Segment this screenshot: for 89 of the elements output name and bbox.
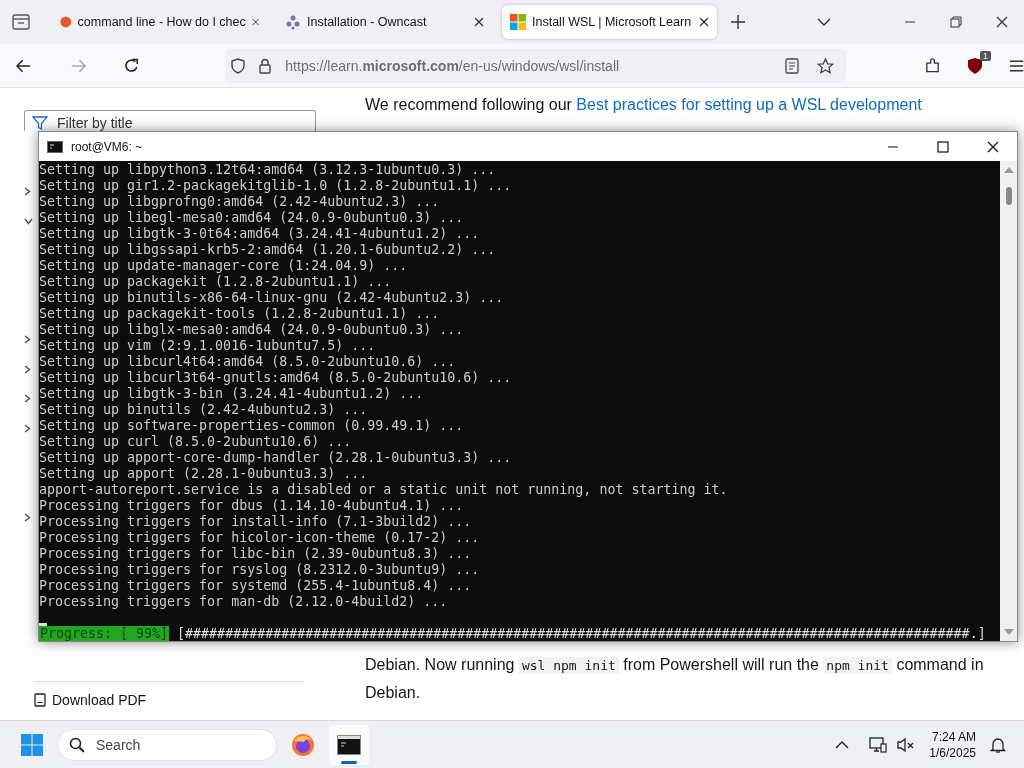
terminal-icon <box>337 734 361 755</box>
chevron-right-icon[interactable] <box>24 394 31 404</box>
speech-bubble-icon <box>60 14 72 30</box>
terminal-line: Setting up packagekit (1.2.8-2ubuntu1.1) ... <box>39 274 393 290</box>
intro-paragraph: We recommend following our Best practices for setting up a WSL development <box>365 96 923 114</box>
terminal-line: Setting up gir1.2-packagekitglib-1.0 (1.2.8-2ubuntu1.1) ... <box>39 178 513 194</box>
close-icon[interactable] <box>474 17 484 27</box>
best-practices-link[interactable]: Best practices for setting up a WSL development <box>576 96 922 113</box>
restore-icon[interactable] <box>950 16 962 28</box>
terminal-line: Setting up apport-core-dump-handler (2.28.1-0ubuntu3.3) ... <box>39 450 513 466</box>
terminal-line: Setting up curl (8.5.0-2ubuntu10.6) ... <box>39 434 353 450</box>
close-icon[interactable] <box>996 16 1008 28</box>
taskbar-app-button[interactable] <box>329 724 369 765</box>
clock-time[interactable]: 7:24 AM <box>931 728 976 745</box>
flower-icon <box>285 14 301 30</box>
chevron-right-icon[interactable] <box>24 512 31 522</box>
terminal-line: Processing triggers for man-db (2.12.0-4build2) ... <box>39 594 449 610</box>
chevron-down-icon[interactable] <box>24 217 33 225</box>
chevron-right-icon[interactable] <box>24 364 31 374</box>
taskbar-search-field[interactable]: Search <box>57 728 277 761</box>
network-icon[interactable] <box>869 735 888 754</box>
terminal-line: Setting up libglx-mesa0:amd64 (24.0.9-0ubuntu0.3) ... <box>39 322 465 338</box>
clock-date[interactable]: 1/6/2025 <box>929 744 976 761</box>
terminal-line: Processing triggers for install-info (7.1-3build2) ... <box>39 514 473 530</box>
browser-tab[interactable]: Installation - Owncast <box>277 5 492 39</box>
menu-icon[interactable] <box>1008 58 1024 73</box>
terminal-line: Processing triggers for hicolor-icon-theme (0.17-2) ... <box>39 530 481 546</box>
extension-badge: 1 <box>979 50 991 61</box>
terminal-line: Setting up update-manager-core (1:24.04.9) ... <box>39 258 409 274</box>
maximize-icon[interactable] <box>937 140 949 153</box>
tab-list-icon[interactable] <box>12 14 30 30</box>
download-pdf-link[interactable]: Download PDF <box>34 681 304 708</box>
text-cursor <box>39 623 47 626</box>
notification-bell-icon[interactable] <box>990 735 1006 754</box>
chevron-up-icon[interactable] <box>835 740 850 749</box>
progress-label: Progress: [ 99%] <box>39 626 170 641</box>
terminal-line: Setting up libegl-mesa0:amd64 (24.0.9-0ubuntu0.3) ... <box>39 210 465 226</box>
scroll-thumb[interactable] <box>1005 187 1012 205</box>
terminal-line: Setting up libcurl4t64:amd64 (8.5.0-2ubuntu10.6) ... <box>39 354 457 370</box>
shield-icon[interactable] <box>231 57 246 74</box>
terminal-line: Setting up libgssapi-krb5-2:amd64 (1.20.1-6ubuntu2.2) ... <box>39 242 497 258</box>
terminal-line: Setting up packagekit-tools (1.2.8-2ubuntu1.1) ... <box>39 306 441 322</box>
terminal-line: Setting up vim (2:9.1.0016-1ubuntu7.5) ... <box>39 338 377 354</box>
terminal-line: Setting up software-properties-common (0.99.49.1) ... <box>39 418 465 434</box>
back-icon[interactable] <box>16 58 32 73</box>
search-icon <box>69 736 85 753</box>
terminal-title: root@VM6: ~ <box>71 139 143 154</box>
document-icon <box>34 693 46 707</box>
close-icon[interactable] <box>699 17 709 27</box>
chevron-right-icon[interactable] <box>24 424 31 434</box>
tab-title: command line - How do I chec <box>77 15 246 29</box>
terminal-line: Processing triggers for systemd (255.4-1ubuntu8.4) ... <box>39 578 473 594</box>
body-paragraph: Debian. Now running wsl npm init from Powershell will run the npm init command in Debian. <box>365 655 985 703</box>
close-icon[interactable] <box>987 140 999 153</box>
terminal-line: Processing triggers for dbus (1.14.10-4ubuntu4.1) ... <box>39 498 465 514</box>
terminal-line: Setting up libgtk-3-0t64:amd64 (3.24.41-4ubuntu1.2) ... <box>39 226 481 242</box>
terminal-line: apport-autoreport.service is a disabled or a static unit not running, not starting it. <box>39 482 729 498</box>
terminal-line: Setting up libgtk-3-bin (3.24.41-4ubuntu1.2) ... <box>39 386 425 402</box>
terminal-line: Setting up libgprofng0:amd64 (2.42-4ubuntu2.3) ... <box>39 194 441 210</box>
terminal-line: Setting up libpython3.12t64:amd64 (3.12.3-1ubuntu0.3) ... <box>39 162 497 178</box>
scrollbar[interactable] <box>1000 161 1017 641</box>
chevron-down-icon[interactable] <box>817 18 831 26</box>
tab-title: Install WSL | Microsoft Learn <box>532 15 693 29</box>
terminal-line: Setting up binutils-x86-64-linux-gnu (2.42-4ubuntu2.3) ... <box>39 290 505 306</box>
extensions-icon[interactable] <box>923 56 941 75</box>
chevron-right-icon[interactable] <box>24 335 31 345</box>
start-icon[interactable] <box>21 733 43 756</box>
address-bar[interactable]: https://learn.microsoft.com/en-us/windows/wsl/install <box>225 48 846 83</box>
terminal-line: Setting up libcurl3t64-gnutls:amd64 (8.5.0-2ubuntu10.6) ... <box>39 370 513 386</box>
chevron-right-icon[interactable] <box>24 187 31 197</box>
four-squares-icon <box>510 14 526 30</box>
terminal-line: Processing triggers for rsyslog (8.2312.0-3ubuntu9) ... <box>39 562 481 578</box>
star-icon[interactable] <box>816 57 834 74</box>
terminal-line: Setting up binutils (2.42-4ubuntu2.3) ... <box>39 402 369 418</box>
globe-icon <box>291 732 315 757</box>
reader-view-icon[interactable] <box>784 57 799 74</box>
progress-bar-text: [##################################################################################################.] <box>177 626 986 641</box>
console-icon <box>47 140 63 153</box>
browser-tab[interactable]: Install WSL | Microsoft Learn <box>502 5 717 39</box>
new-tab-icon[interactable] <box>731 15 745 29</box>
filter-field[interactable]: Filter by title <box>24 110 316 131</box>
muted-speaker-icon[interactable] <box>897 736 916 753</box>
browser-tab[interactable]: command line - How do I chec <box>52 5 267 39</box>
terminal-line: Processing triggers for libc-bin (2.39-0ubuntu8.3) ... <box>39 546 473 562</box>
shield-icon[interactable] <box>966 56 983 75</box>
tab-title: Installation - Owncast <box>307 15 428 29</box>
terminal-line: Setting up apport (2.28.1-0ubuntu3.3) ... <box>39 466 369 482</box>
lock-icon[interactable] <box>259 57 272 74</box>
reload-icon[interactable] <box>124 57 140 74</box>
